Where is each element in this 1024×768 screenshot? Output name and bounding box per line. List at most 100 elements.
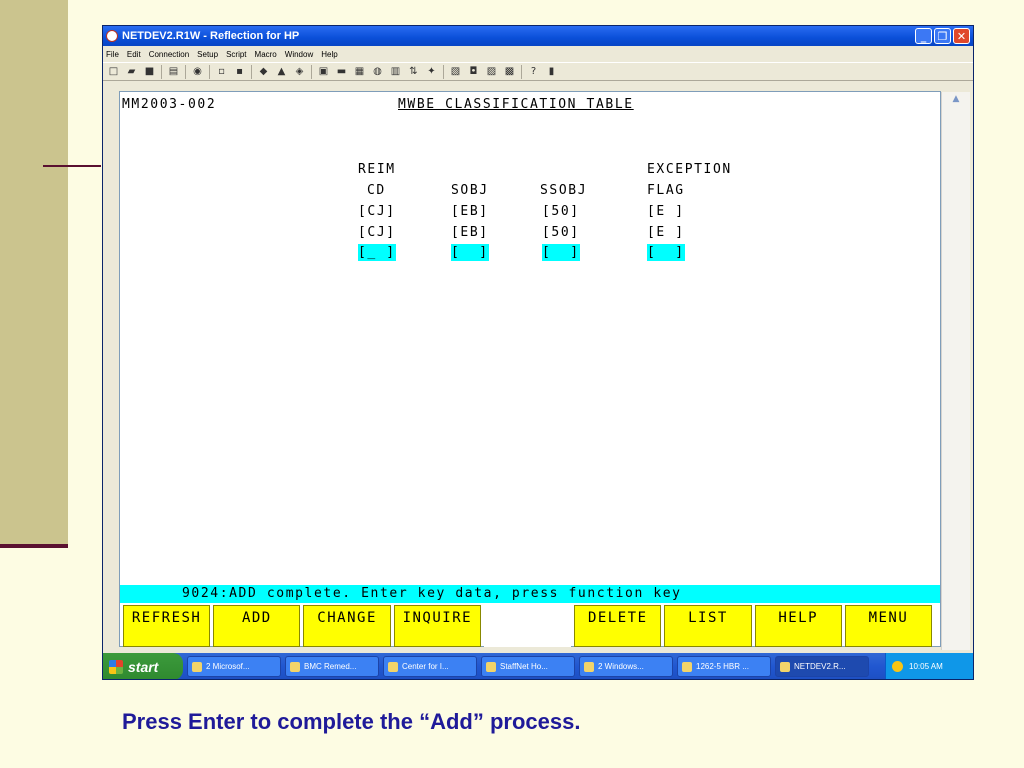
toolbar-separator [251,64,252,79]
slide-side-bar [0,0,68,546]
inquire-key[interactable]: INQUIRE [393,605,481,647]
menu-edit[interactable]: Edit [127,50,141,59]
app-icon [106,30,118,42]
menu-script[interactable]: Script [226,50,246,59]
menu-setup[interactable]: Setup [197,50,218,59]
task-label: 2 Microsof... [206,662,250,671]
task-staffnet[interactable]: StaffNet Ho... [481,656,575,677]
row-1-flag: [E ] [647,204,685,219]
copy-icon[interactable]: ▫ [215,65,228,78]
host-icon[interactable]: ▲ [275,65,288,78]
screen-id: MM2003-002 [122,97,217,112]
terminal-screen[interactable]: MM2003-002 MWBE CLASSIFICATION TABLE REI… [119,91,941,647]
header-reim: REIM [358,162,396,177]
settings-icon[interactable]: ◍ [371,65,384,78]
task-label: Center for I... [402,662,449,671]
minimize-button[interactable]: _ [915,28,932,44]
menu-bar: File Edit Connection Setup Script Macro … [103,46,973,62]
task-windows[interactable]: 2 Windows... [579,656,673,677]
print-icon[interactable]: ▤ [167,65,180,78]
chart-icon[interactable]: ▥ [389,65,402,78]
toolbar-separator [209,64,210,79]
tray-icon[interactable] [892,661,903,672]
browser-icon [486,661,496,672]
add-key[interactable]: ADD [213,605,301,647]
blank-key[interactable] [483,605,572,647]
menu-macro[interactable]: Macro [255,50,277,59]
menu-window[interactable]: Window [285,50,313,59]
scroll-up-icon[interactable]: ▲ [948,92,965,107]
network-icon[interactable]: ◈ [293,65,306,78]
row-2-flag: [E ] [647,225,685,240]
save-icon[interactable]: ■ [143,65,156,78]
slide-divider-line [43,165,101,167]
browser-icon [388,661,398,672]
setup-icon[interactable]: ▣ [317,65,330,78]
window-icon[interactable]: ▨ [485,65,498,78]
delete-key[interactable]: DELETE [574,605,662,647]
macro-icon[interactable]: ▧ [449,65,462,78]
header-cd: CD [367,183,386,198]
outlook-icon [192,661,202,672]
transfer-icon[interactable]: ⇅ [407,65,420,78]
screen-icon[interactable]: ◘ [467,65,480,78]
header-sobj: SOBJ [451,183,489,198]
ssobj-input[interactable]: [ ] [542,244,580,261]
toolbar-separator [443,64,444,79]
function-key-bar: REFRESH ADD CHANGE INQUIRE DELETE LIST H… [123,605,935,647]
menu-help[interactable]: Help [321,50,337,59]
clock: 10:05 AM [909,662,943,671]
row-2-ssobj: [50] [542,225,580,240]
log-icon[interactable]: ▩ [503,65,516,78]
display-icon[interactable]: ▦ [353,65,366,78]
task-center[interactable]: Center for I... [383,656,477,677]
screen-title: MWBE CLASSIFICATION TABLE [398,97,634,112]
help-key[interactable]: HELP [754,605,842,647]
header-ssobj: SSOBJ [540,183,588,198]
row-1-ssobj: [50] [542,204,580,219]
task-label: 2 Windows... [598,662,644,671]
change-key[interactable]: CHANGE [303,605,391,647]
keyboard-icon[interactable]: ▬ [335,65,348,78]
toolbar-separator [185,64,186,79]
menu-file[interactable]: File [106,50,119,59]
refresh-key[interactable]: REFRESH [123,605,211,647]
book-icon[interactable]: ▮ [545,65,558,78]
task-pdf[interactable]: 1262-5 HBR ... [677,656,771,677]
task-bmc[interactable]: BMC Remed... [285,656,379,677]
header-exception: EXCEPTION [647,162,732,177]
folder-icon [584,661,594,672]
slide-caption: Press Enter to complete the “Add” proces… [122,709,581,734]
restore-button[interactable]: ❐ [934,28,951,44]
menu-key[interactable]: MENU [844,605,933,647]
task-netdev[interactable]: NETDEV2.R... [775,656,869,677]
help-pointer-icon[interactable]: ? [527,65,540,78]
reim-cd-input[interactable]: [_ ] [358,244,396,261]
title-bar[interactable]: NETDEV2.R1W - Reflection for HP _ ❐ ✕ [103,26,973,46]
close-button[interactable]: ✕ [953,28,970,44]
task-label: NETDEV2.R... [794,662,846,671]
slide-divider-line [0,544,68,548]
header-flag: FLAG [647,183,685,198]
task-microsoft[interactable]: 2 Microsof... [187,656,281,677]
list-key[interactable]: LIST [664,605,752,647]
sobj-input[interactable]: [ ] [451,244,489,261]
status-line: 9024:ADD complete. Enter key data, press… [120,585,940,603]
row-2-reim: [CJ] [358,225,396,240]
open-icon[interactable]: ▰ [125,65,138,78]
paste-icon[interactable]: ▪ [233,65,246,78]
find-icon[interactable]: ◉ [191,65,204,78]
vertical-scrollbar[interactable]: ▲ [941,92,970,650]
start-label: start [128,658,159,675]
start-button[interactable]: start [103,653,183,679]
windows-logo-icon [109,659,123,674]
toolbar-separator [521,64,522,79]
task-label: 1262-5 HBR ... [696,662,749,671]
menu-connection[interactable]: Connection [149,50,189,59]
connect-icon[interactable]: ◆ [257,65,270,78]
task-label: StaffNet Ho... [500,662,548,671]
toolbar-separator [161,64,162,79]
new-icon[interactable]: □ [107,65,120,78]
tools-icon[interactable]: ✦ [425,65,438,78]
exception-flag-input[interactable]: [ ] [647,244,685,261]
